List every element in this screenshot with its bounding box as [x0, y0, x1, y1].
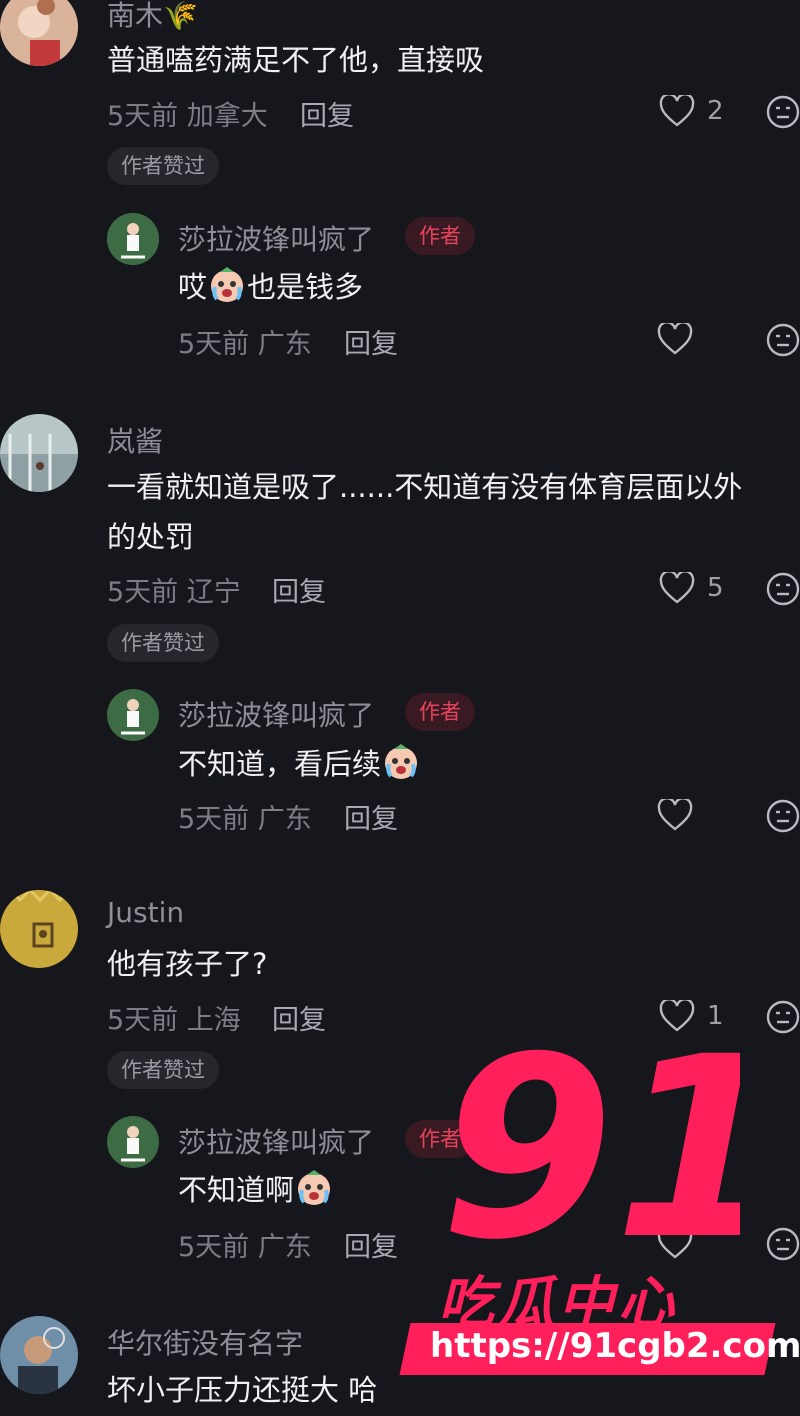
reply-username[interactable]: 莎拉波锋叫疯了	[178, 218, 374, 258]
like-count: 5	[707, 573, 724, 603]
reply-text: 不知道啊	[178, 1164, 334, 1216]
dislike-icon[interactable]	[766, 1000, 800, 1034]
svg-text:91: 91	[440, 1030, 740, 1255]
reply-meta: 5天前 广东	[178, 329, 312, 360]
watermark-logo: 91	[440, 1030, 740, 1255]
reply-button[interactable]: 回复	[344, 1225, 398, 1264]
crying-face-icon	[298, 1170, 331, 1205]
crying-face-icon	[211, 267, 244, 302]
dislike-icon[interactable]	[766, 799, 800, 833]
like-count: 1	[707, 1001, 724, 1031]
author-tag: 作者	[405, 693, 475, 731]
avatar[interactable]	[0, 414, 78, 492]
comment-username[interactable]: 华尔街没有名字	[107, 1322, 303, 1362]
comment-username[interactable]: 岚酱	[107, 420, 163, 460]
reply-meta: 5天前 广东	[178, 1232, 312, 1263]
reply-button[interactable]: 回复	[272, 998, 326, 1037]
comment-text: 他有孩子了?	[107, 947, 268, 981]
reply-meta: 5天前 广东	[178, 804, 312, 835]
avatar[interactable]	[107, 689, 159, 741]
author-liked-badge: 作者赞过	[107, 624, 219, 662]
heart-icon	[659, 95, 695, 127]
reply-text: 哎也是钱多	[178, 261, 363, 313]
reply-text: 不知道，看后续	[178, 738, 421, 790]
reply-button[interactable]: 回复	[300, 94, 354, 133]
comment-text-line2: 的处罚	[107, 520, 195, 554]
like-button[interactable]: 5	[659, 572, 724, 604]
reply-username[interactable]: 莎拉波锋叫疯了	[178, 1121, 374, 1161]
dislike-icon[interactable]	[766, 1227, 800, 1261]
comment-meta: 5天前 上海	[107, 1005, 241, 1036]
author-tag: 作者	[405, 217, 475, 255]
author-liked-badge: 作者赞过	[107, 1051, 219, 1089]
dislike-icon[interactable]	[766, 95, 800, 129]
avatar[interactable]	[107, 1116, 159, 1168]
rice-ear-icon: 🌾	[163, 0, 198, 32]
author-liked-badge: 作者赞过	[107, 147, 219, 185]
like-count: 2	[707, 96, 724, 126]
reply-button[interactable]: 回复	[344, 322, 398, 361]
comment-text-line1: 一看就知道是吸了......不知道有没有体育层面以外	[107, 470, 743, 504]
comment-meta: 5天前 辽宁	[107, 577, 241, 608]
comment-text: 坏小子压力还挺大 哈	[107, 1373, 378, 1407]
crying-face-icon	[385, 744, 418, 779]
comment-username[interactable]: Justin	[107, 896, 184, 929]
avatar[interactable]	[0, 0, 78, 66]
avatar[interactable]	[107, 213, 159, 265]
dislike-icon[interactable]	[766, 572, 800, 606]
reply-button[interactable]: 回复	[344, 797, 398, 836]
heart-icon[interactable]	[657, 799, 693, 831]
dislike-icon[interactable]	[766, 323, 800, 357]
reply-username[interactable]: 莎拉波锋叫疯了	[178, 694, 374, 734]
heart-icon	[659, 1000, 695, 1032]
avatar[interactable]	[0, 1316, 78, 1394]
reply-button[interactable]: 回复	[272, 570, 326, 609]
heart-icon[interactable]	[657, 323, 693, 355]
comment-username[interactable]: 南木🌾	[107, 0, 198, 34]
watermark-url: https://91cgb2.com	[430, 1326, 800, 1366]
like-button[interactable]: 2	[659, 95, 724, 127]
comment-meta: 5天前 加拿大	[107, 101, 268, 132]
like-button[interactable]: 1	[659, 1000, 724, 1032]
avatar[interactable]	[0, 890, 78, 968]
comment-text: 普通嗑药满足不了他，直接吸	[107, 43, 485, 77]
heart-icon	[659, 572, 695, 604]
